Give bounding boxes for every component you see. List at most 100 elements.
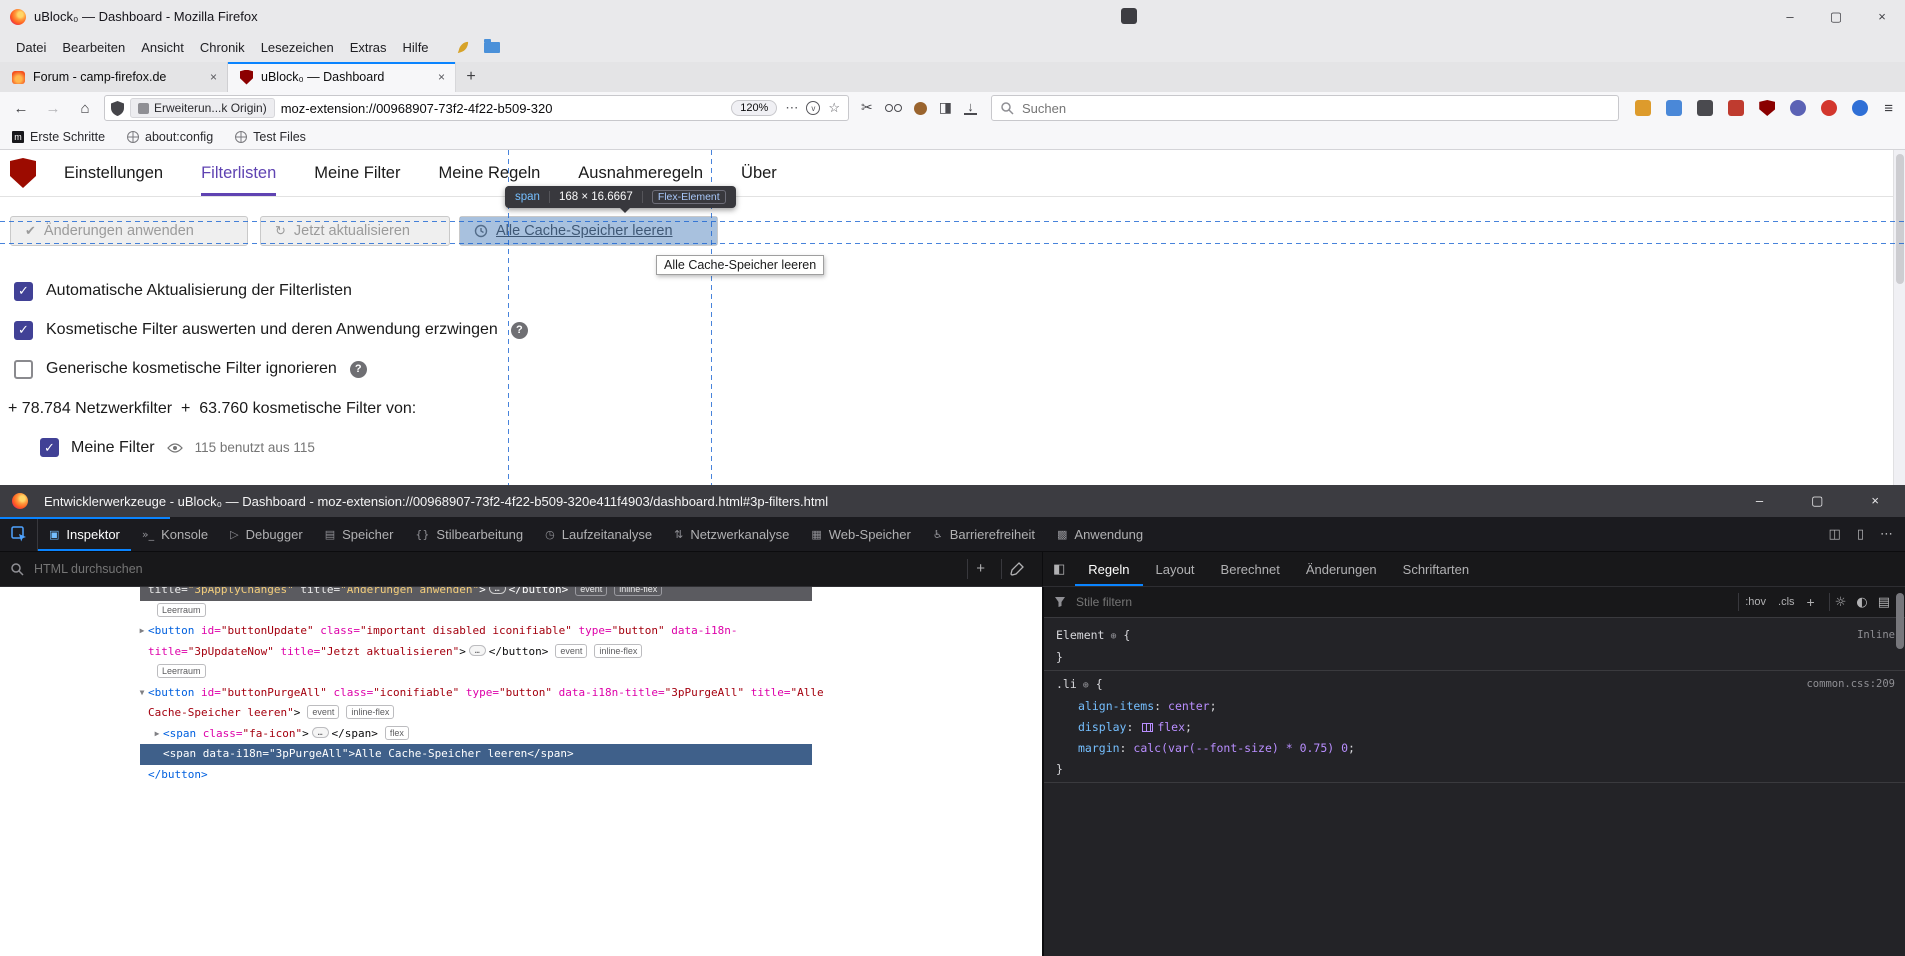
dashboard-tab-meine-filter[interactable]: Meine Filter [314,150,400,196]
badge-leerraum[interactable]: Leerraum [157,603,206,617]
search-bar[interactable] [991,95,1619,121]
menu-extras[interactable]: Extras [342,36,395,59]
tool-tab-performance[interactable]: ◷Laufzeitanalyse [534,517,663,551]
back-button[interactable]: ← [8,95,34,121]
quill-icon[interactable] [455,40,470,55]
menu-lesezeichen[interactable]: Lesezeichen [253,36,342,59]
page-scrollbar-thumb[interactable] [1896,154,1904,284]
pseudo-class-button[interactable]: :hov [1739,596,1772,608]
tracking-protection-shield-icon[interactable] [111,101,124,116]
pocket-icon[interactable]: v [806,101,820,115]
page-actions-icon[interactable]: ⋯ [783,100,800,116]
cookie-icon[interactable] [914,102,927,115]
print-media-icon[interactable]: ▤ [1873,595,1895,610]
badge-flex[interactable]: flex [385,726,409,740]
bookmark-test-files[interactable]: Test Files [235,130,306,144]
scissors-icon[interactable] [861,99,873,117]
browser-tab-forum[interactable]: Forum - camp-firefox.de × [0,62,228,92]
checkbox[interactable] [14,360,33,379]
search-input[interactable] [1020,100,1610,117]
zoom-level-badge[interactable]: 120% [731,100,777,116]
dark-scheme-icon[interactable]: ◐ [1851,595,1872,610]
style-filter-input[interactable] [1074,594,1730,610]
light-scheme-icon[interactable]: ☼ [1830,595,1852,610]
badge-event[interactable]: event [555,644,587,658]
extension-dark-flag-icon[interactable] [1697,100,1713,116]
rule-origin[interactable]: common.css:209 [1806,674,1895,695]
flexbox-toggle-icon[interactable] [1142,723,1153,732]
markup-row[interactable]: Leerraum [0,601,1042,622]
dashboard-tab-einstellungen[interactable]: Einstellungen [64,150,163,196]
markup-row[interactable]: Leerraum [0,662,1042,683]
page-scrollbar[interactable] [1893,150,1905,485]
extension-ublock-shield-icon[interactable] [1759,100,1775,116]
html-search-input[interactable] [32,561,959,577]
markup-row[interactable]: ▶<span class="fa-icon">…</span>flex [0,724,1042,745]
markup-row[interactable]: Cache-Speicher leeren">eventinline-flex [0,703,1042,724]
markup-row[interactable]: ▶<button id="buttonUpdate" class="import… [0,621,1042,642]
markup-row[interactable]: title="3pUpdateNow" title="Jetzt aktuali… [0,642,1042,663]
url-text[interactable]: moz-extension://00968907-73f2-4f22-b509-… [281,101,726,116]
rule-property[interactable]: display: flex; [1044,717,1905,738]
my-filters-checkbox[interactable]: ✓ [40,438,59,457]
badge-event[interactable]: event [575,587,607,596]
tool-tab-styleeditor[interactable]: {}Stilbearbeitung [404,517,534,551]
menu-datei[interactable]: Datei [8,36,54,59]
forward-button[interactable]: → [40,95,66,121]
help-icon[interactable]: ? [350,361,367,378]
dock-side-icon[interactable]: ◫ [1829,527,1841,542]
tool-tab-debugger[interactable]: ▷Debugger [219,517,314,551]
extension-identity-chip[interactable]: Erweiterun...k Origin) [130,98,275,118]
close-button[interactable]: × [1859,0,1905,33]
maximize-button[interactable]: ▢ [1813,0,1859,33]
eye-icon[interactable] [167,443,183,453]
close-button[interactable]: × [1871,493,1879,509]
markup-row[interactable]: <span data-i18n="3pPurgeAll">Alle Cache-… [0,744,1042,765]
add-rule-button[interactable]: + [1801,594,1821,610]
extension-blue-swirl-icon[interactable] [1852,100,1868,116]
bookmark-erste-schritte[interactable]: mErste Schritte [12,130,105,144]
extension-orange-square-icon[interactable] [1635,100,1651,116]
pick-element-button[interactable] [0,517,38,551]
badge-inline-flex[interactable]: inline-flex [346,705,394,719]
rule-property[interactable]: margin: calc(var(--font-size) * 0.75) 0; [1044,738,1905,759]
tool-tab-webstorage[interactable]: ▦Web-Speicher [800,517,922,551]
dashboard-tab-filterlisten[interactable]: Filterlisten [201,150,276,196]
markup-row[interactable]: title="3pApplyChanges" title="Änderungen… [0,587,1042,601]
eyedropper-button[interactable] [1001,559,1032,579]
tab-close-icon[interactable]: × [208,70,219,84]
extension-violet-round-icon[interactable] [1790,100,1806,116]
badge-inline-flex[interactable]: inline-flex [614,587,662,596]
sidebar-tab-berechnet[interactable]: Berechnet [1208,552,1293,586]
menu-ansicht[interactable]: Ansicht [133,36,192,59]
tab-close-icon[interactable]: × [436,70,447,84]
menu-chronik[interactable]: Chronik [192,36,253,59]
extension-red-square-icon[interactable] [1728,100,1744,116]
markup-row[interactable]: </button> [0,765,1042,786]
bookmark-star-icon[interactable]: ☆ [826,100,842,116]
checkbox[interactable]: ✓ [14,282,33,301]
tool-tab-console[interactable]: »_Konsole [131,517,219,551]
badge-event[interactable]: event [307,705,339,719]
url-bar[interactable]: Erweiterun...k Origin) moz-extension://0… [104,95,849,121]
tool-tab-accessibility[interactable]: ♿Barrierefreiheit [922,517,1046,551]
extension-red-circle-icon[interactable] [1821,100,1837,116]
collapsed-content-pill[interactable]: … [469,645,486,656]
home-button[interactable]: ⌂ [72,95,98,121]
download-icon[interactable]: ↓ [964,101,977,115]
markup-row[interactable]: ▼<button id="buttonPurgeAll" class="icon… [0,683,1042,704]
expander-arrow-icon[interactable]: ▼ [136,683,148,704]
minimize-button[interactable]: – [1767,0,1813,33]
badge-leerraum[interactable]: Leerraum [157,664,206,678]
rule-selector[interactable]: Element⊕ {Inline [1044,625,1905,647]
new-tab-button[interactable]: + [456,62,486,92]
app-menu-icon[interactable]: ≡ [1880,100,1897,117]
devtools-menu-icon[interactable]: ⋯ [1880,527,1893,542]
menu-bearbeiten[interactable]: Bearbeiten [54,36,133,59]
badge-inline-flex[interactable]: inline-flex [594,644,642,658]
tool-tab-network[interactable]: ⇅Netzwerkanalyse [663,517,800,551]
rule-origin[interactable]: Inline [1857,625,1895,646]
sidebar-tab-nderungen[interactable]: Änderungen [1293,552,1390,586]
sidebar-panes-icon[interactable]: ◧ [1043,552,1075,586]
responsive-design-icon[interactable]: ▯ [1857,527,1864,542]
